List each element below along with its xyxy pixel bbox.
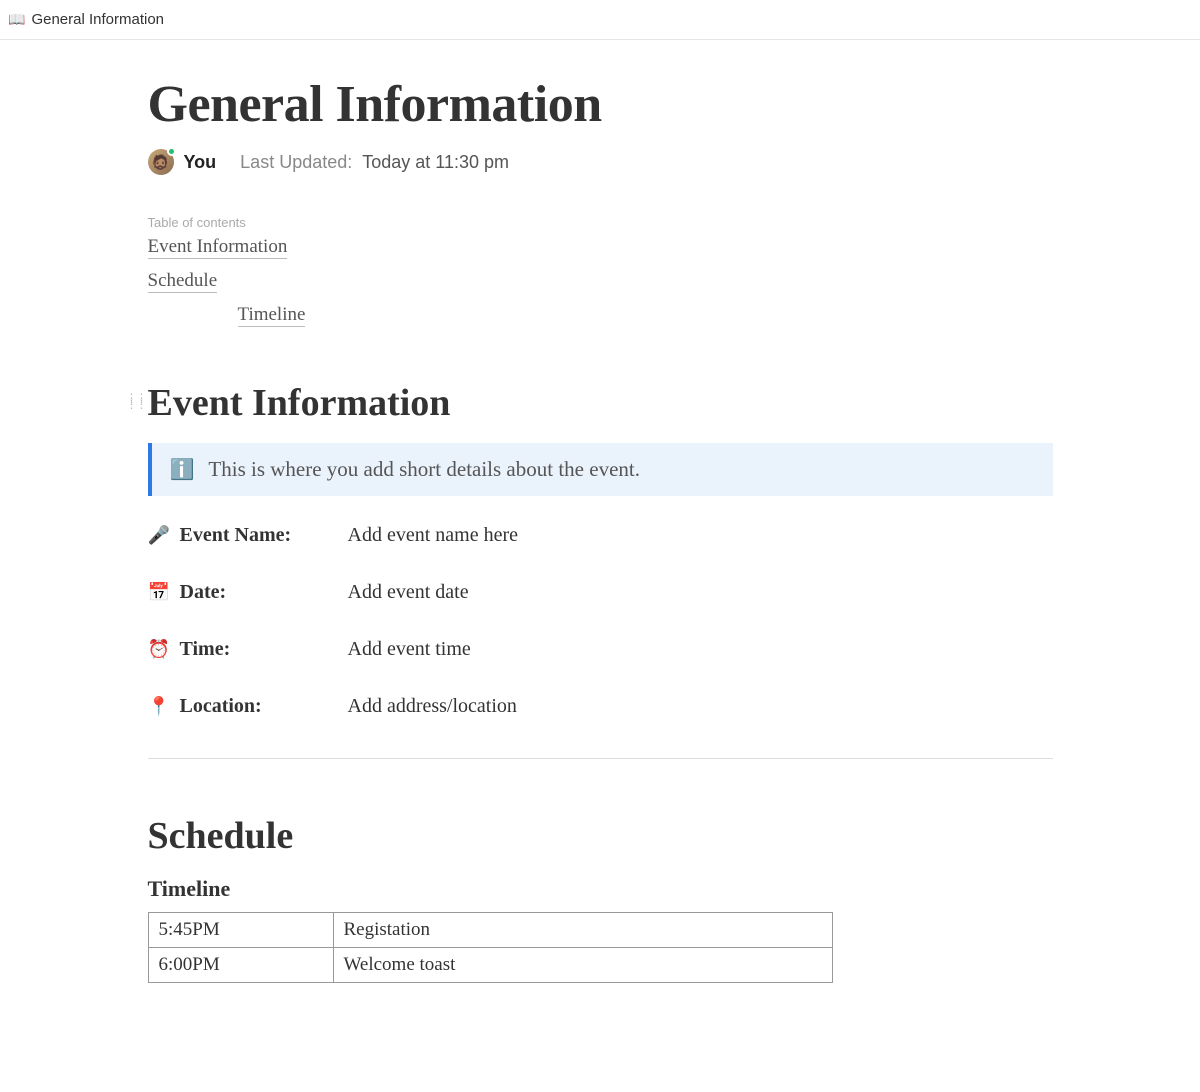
cell-time[interactable]: 6:00PM [148, 948, 333, 983]
heading-timeline[interactable]: Timeline [148, 876, 1053, 902]
info-callout[interactable]: ℹ️ This is where you add short details a… [148, 443, 1053, 496]
label-text: Time: [180, 638, 231, 661]
label-text: Location: [180, 695, 262, 718]
breadcrumb-bar: 📖 General Information [0, 0, 1200, 40]
page-content: General Information 🧔🏽 You Last Updated:… [148, 75, 1053, 1043]
detail-value-location[interactable]: Add address/location [348, 695, 1053, 718]
callout-text: This is where you add short details abou… [208, 457, 640, 482]
presence-indicator-icon [167, 147, 176, 156]
toc-link-text: Timeline [238, 304, 306, 327]
event-details-grid: 🎤 Event Name: Add event name here 📅 Date… [148, 524, 1053, 718]
detail-value-event-name[interactable]: Add event name here [348, 524, 1053, 547]
author-name[interactable]: You [184, 152, 217, 173]
detail-label-location[interactable]: 📍 Location: [148, 695, 348, 718]
doc-meta-row: 🧔🏽 You Last Updated: Today at 11:30 pm [148, 149, 1053, 175]
toc-item-timeline[interactable]: Timeline [148, 304, 1053, 326]
last-updated-label: Last Updated: [240, 152, 352, 173]
microphone-icon: 🎤 [148, 525, 170, 546]
table-row[interactable]: 6:00PM Welcome toast [148, 948, 832, 983]
detail-label-date[interactable]: 📅 Date: [148, 581, 348, 604]
section-event-information: ⋮⋮⋮⋮ Event Information [148, 381, 1053, 425]
label-text: Date: [180, 581, 227, 604]
toc-link-text: Schedule [148, 270, 218, 293]
last-updated-value: Today at 11:30 pm [362, 152, 509, 173]
heading-event-information[interactable]: Event Information [148, 381, 1053, 425]
toc-item-schedule[interactable]: Schedule [148, 270, 1053, 292]
drag-handle-icon[interactable]: ⋮⋮⋮⋮ [126, 395, 146, 407]
page-title[interactable]: General Information [148, 75, 1053, 134]
table-row[interactable]: 5:45PM Registation [148, 913, 832, 948]
detail-value-date[interactable]: Add event date [348, 581, 1053, 604]
toc-link-text: Event Information [148, 236, 288, 259]
table-of-contents: Event Information Schedule Timeline [148, 236, 1053, 326]
toc-item-event-information[interactable]: Event Information [148, 236, 1053, 258]
cell-activity[interactable]: Welcome toast [333, 948, 832, 983]
cell-activity[interactable]: Registation [333, 913, 832, 948]
pin-icon: 📍 [148, 696, 170, 717]
detail-label-time[interactable]: ⏰ Time: [148, 638, 348, 661]
book-icon: 📖 [8, 11, 25, 28]
clock-icon: ⏰ [148, 639, 170, 660]
calendar-icon: 📅 [148, 582, 170, 603]
toc-label: Table of contents [148, 215, 1053, 230]
heading-schedule[interactable]: Schedule [148, 814, 1053, 858]
cell-time[interactable]: 5:45PM [148, 913, 333, 948]
detail-label-event-name[interactable]: 🎤 Event Name: [148, 524, 348, 547]
breadcrumb-title[interactable]: General Information [31, 11, 164, 28]
divider [148, 758, 1053, 759]
author-avatar[interactable]: 🧔🏽 [148, 149, 174, 175]
detail-value-time[interactable]: Add event time [348, 638, 1053, 661]
label-text: Event Name: [180, 524, 292, 547]
timeline-table: 5:45PM Registation 6:00PM Welcome toast [148, 912, 833, 983]
info-icon: ℹ️ [170, 457, 195, 482]
